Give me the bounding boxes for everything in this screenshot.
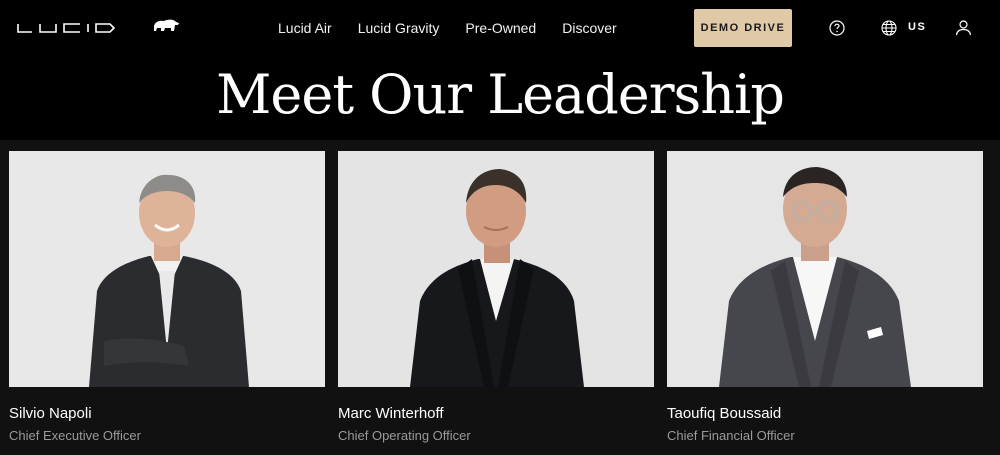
page-title: Meet Our Leadership	[216, 63, 785, 126]
main-nav: Lucid Air Lucid Gravity Pre-Owned Discov…	[278, 18, 617, 38]
leader-name: Marc Winterhoff	[338, 405, 444, 422]
demo-drive-button[interactable]: DEMO DRIVE	[694, 9, 792, 47]
lucid-logo[interactable]	[16, 21, 128, 35]
nav-discover[interactable]: Discover	[562, 18, 616, 38]
portrait-image	[667, 151, 983, 387]
leader-photo	[9, 151, 325, 387]
page: Lucid Air Lucid Gravity Pre-Owned Discov…	[0, 0, 1000, 455]
leader-role: Chief Operating Officer	[338, 428, 471, 443]
leader-photo	[338, 151, 654, 387]
leader-card[interactable]: Silvio Napoli Chief Executive Officer	[9, 151, 325, 444]
leadership-grid: Silvio Napoli Chief Executive Officer Ma…	[0, 140, 1000, 455]
nav-lucid-air[interactable]: Lucid Air	[278, 18, 332, 38]
bear-icon[interactable]	[152, 16, 180, 36]
user-icon[interactable]	[955, 19, 972, 36]
portrait-image	[9, 151, 325, 387]
leader-name: Taoufiq Boussaid	[667, 405, 782, 422]
leader-photo	[667, 151, 983, 387]
leader-role: Chief Executive Officer	[9, 428, 141, 443]
leader-name: Silvio Napoli	[9, 405, 92, 422]
globe-icon[interactable]	[881, 20, 897, 36]
hero-band: Meet Our Leadership	[0, 56, 1000, 140]
site-header: Lucid Air Lucid Gravity Pre-Owned Discov…	[0, 0, 1000, 56]
leader-role: Chief Financial Officer	[667, 428, 795, 443]
help-icon[interactable]	[829, 20, 845, 36]
leader-card[interactable]: Taoufiq Boussaid Chief Financial Officer	[667, 151, 983, 444]
nav-pre-owned[interactable]: Pre-Owned	[465, 18, 536, 38]
leader-card[interactable]: Marc Winterhoff Chief Operating Officer	[338, 151, 654, 444]
region-selector[interactable]: US	[908, 21, 926, 33]
nav-lucid-gravity[interactable]: Lucid Gravity	[358, 18, 440, 38]
portrait-image	[338, 151, 654, 387]
